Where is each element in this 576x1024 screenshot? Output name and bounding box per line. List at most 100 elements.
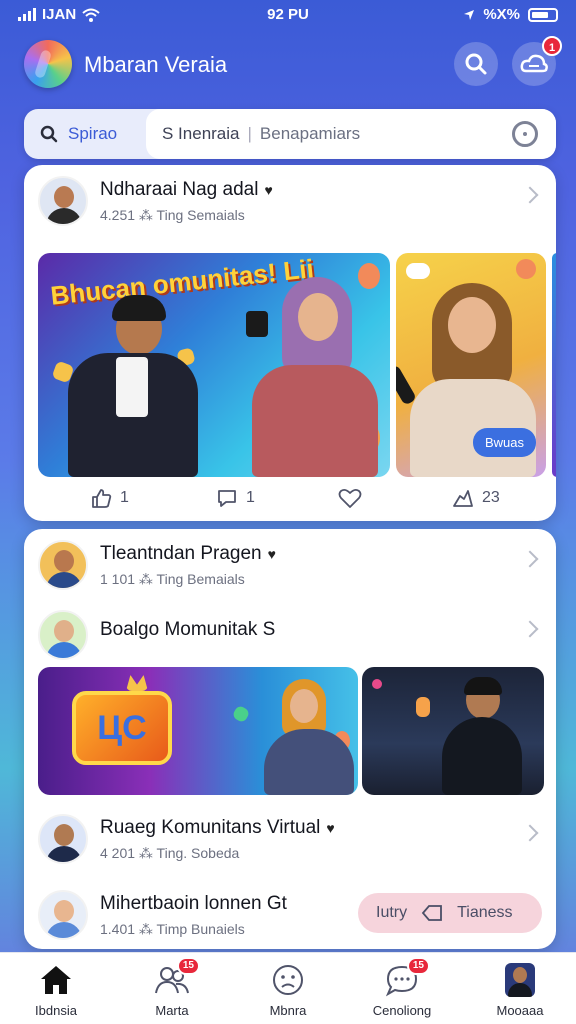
comment-button[interactable]: 1 bbox=[216, 487, 255, 509]
community-image-main[interactable]: ЦC bbox=[38, 667, 358, 795]
search-tab[interactable]: Spirao bbox=[24, 109, 148, 159]
list-item-meta: 1.401 ⁂ Timp Bunaiels bbox=[100, 921, 245, 937]
search-button[interactable] bbox=[454, 42, 498, 86]
community-image-side[interactable] bbox=[362, 667, 544, 795]
avatar[interactable] bbox=[38, 890, 88, 940]
list-item-title: Tleantndan Pragen ♥ bbox=[100, 543, 276, 564]
chevron-right-icon[interactable] bbox=[521, 550, 539, 568]
list-item-title: Mihertbaoin lonnen Gt bbox=[100, 893, 287, 914]
status-right: %X% bbox=[463, 6, 558, 23]
nav-profile[interactable]: Mooaaa bbox=[470, 963, 570, 1018]
nav-chat[interactable]: 15 Cenoliong bbox=[352, 957, 452, 1018]
share-button[interactable]: 23 bbox=[452, 487, 500, 509]
post-image-main[interactable]: Bhucan omunitas! Lii bbox=[38, 253, 390, 477]
post-image-next[interactable] bbox=[552, 253, 556, 477]
balloon-icon bbox=[516, 259, 536, 279]
home-icon bbox=[38, 963, 74, 997]
history-icon[interactable] bbox=[512, 121, 538, 147]
post-header[interactable]: Ndharaai Nag adal ♥ 4.251 ⁂ Ting Semaials bbox=[24, 165, 556, 235]
microphone-icon bbox=[396, 364, 418, 406]
share-count: 23 bbox=[482, 489, 500, 506]
list-item-title: Boalgo Momunitak S bbox=[100, 619, 276, 640]
post-meta: 4.251 ⁂ Ting Semaials bbox=[100, 207, 245, 223]
search-tab-label: Spirao bbox=[68, 124, 118, 143]
bottom-nav: Ibdnsia 15 Marta Mbnra 15 Cenoliong Mooa… bbox=[0, 952, 576, 1024]
list-item-meta: 4 201 ⁂ Ting. Sobeda bbox=[100, 845, 240, 861]
notification-badge: 1 bbox=[542, 36, 562, 56]
like-count: 1 bbox=[120, 489, 129, 506]
list-item[interactable]: Mihertbaoin lonnen Gt 1.401 ⁂ Timp Bunai… bbox=[24, 879, 556, 949]
battery-icon bbox=[528, 7, 558, 22]
decor-shape bbox=[231, 704, 251, 724]
favorite-button[interactable] bbox=[338, 487, 362, 509]
search-icon bbox=[40, 125, 58, 143]
comment-count: 1 bbox=[246, 489, 255, 506]
decor-shape bbox=[416, 697, 430, 717]
nav-people-badge: 15 bbox=[176, 957, 200, 975]
community-list-card: Tleantndan Pragen ♥ 1 101 ⁂ Ting Bemaials… bbox=[24, 529, 556, 949]
nav-chat-badge: 15 bbox=[406, 957, 430, 975]
app-title: Mbaran Veraia bbox=[84, 52, 228, 77]
nav-people-label: Marta bbox=[155, 1003, 189, 1018]
list-item[interactable]: Boalgo Momunitak S bbox=[24, 599, 556, 669]
featured-post-card[interactable]: Ndharaai Nag adal ♥ 4.251 ⁂ Ting Semaials… bbox=[24, 165, 556, 521]
promo-text: Bhucan omunitas! Lii bbox=[49, 253, 316, 311]
status-bar: IJAN 92 PU %X% bbox=[0, 0, 576, 30]
crown-icon bbox=[126, 675, 148, 691]
post-actions: 1 1 23 bbox=[24, 481, 556, 521]
heart-icon bbox=[338, 488, 362, 508]
nav-face[interactable]: Mbnra bbox=[238, 963, 338, 1018]
speech-bubble-icon bbox=[406, 263, 430, 279]
heart-icon: ♥ bbox=[326, 820, 335, 836]
search-separator: | bbox=[247, 124, 252, 143]
media-tag-button[interactable]: Bwuas bbox=[472, 428, 536, 457]
comment-icon bbox=[218, 490, 236, 507]
avatar[interactable] bbox=[38, 540, 88, 590]
face-icon bbox=[270, 963, 306, 997]
nav-chat-label: Cenoliong bbox=[372, 1003, 432, 1018]
chevron-right-icon[interactable] bbox=[521, 620, 539, 638]
chat-icon: 15 bbox=[384, 957, 430, 997]
phone-icon bbox=[246, 311, 268, 337]
nav-home[interactable]: Ibdnsia bbox=[6, 963, 106, 1018]
heart-icon: ♥ bbox=[267, 546, 276, 562]
notifications-button[interactable]: 1 bbox=[512, 36, 562, 86]
try-button[interactable]: Iutry Tianess bbox=[358, 893, 542, 933]
search-query: S Inenraia bbox=[162, 124, 240, 143]
post-title: Ndharaai Nag adal ♥ bbox=[100, 179, 273, 200]
chevron-right-icon[interactable] bbox=[521, 824, 539, 842]
community-logo: ЦC bbox=[72, 691, 172, 765]
app-logo[interactable] bbox=[24, 40, 72, 88]
avatar[interactable] bbox=[38, 610, 88, 660]
search-placeholder: Benapamiars bbox=[259, 124, 361, 143]
search-input[interactable]: S Inenraia | Benapamiars bbox=[146, 109, 556, 159]
like-button[interactable]: 1 bbox=[90, 487, 129, 509]
nav-profile-label: Mooaaa bbox=[496, 1003, 544, 1018]
nav-people[interactable]: 15 Marta bbox=[122, 957, 222, 1018]
avatar[interactable] bbox=[38, 176, 88, 226]
search-icon bbox=[465, 53, 487, 75]
list-item-title: Ruaeg Komunitans Virtual ♥ bbox=[100, 817, 335, 838]
avatar[interactable] bbox=[38, 814, 88, 864]
heart-icon: ♥ bbox=[264, 182, 273, 198]
list-item[interactable]: Ruaeg Komunitans Virtual ♥ 4 201 ⁂ Ting. … bbox=[24, 803, 556, 873]
list-item-meta: 1 101 ⁂ Ting Bemaials bbox=[100, 571, 245, 587]
profile-avatar-icon bbox=[505, 963, 535, 997]
share-icon bbox=[453, 490, 473, 507]
list-item[interactable]: Tleantndan Pragen ♥ 1 101 ⁂ Ting Bemaials bbox=[24, 529, 556, 599]
light-dot bbox=[372, 679, 382, 689]
post-image-side[interactable]: Bwuas bbox=[396, 253, 546, 477]
balloon-icon bbox=[358, 263, 380, 289]
nav-face-label: Mbnra bbox=[269, 1003, 307, 1018]
app-header: Mbaran Veraia 1 bbox=[0, 36, 576, 94]
battery-percent: %X% bbox=[483, 6, 520, 23]
cloud-icon bbox=[520, 54, 548, 73]
try-button-secondary-label: Tianess bbox=[457, 904, 513, 921]
try-button-label: Iutry bbox=[376, 904, 408, 921]
location-icon bbox=[464, 9, 475, 20]
search-bar: Spirao S Inenraia | Benapamiars bbox=[24, 109, 556, 159]
nav-home-label: Ibdnsia bbox=[35, 1003, 77, 1018]
chevron-right-icon[interactable] bbox=[521, 186, 539, 204]
people-icon: 15 bbox=[154, 957, 200, 997]
tag-icon bbox=[421, 905, 443, 921]
